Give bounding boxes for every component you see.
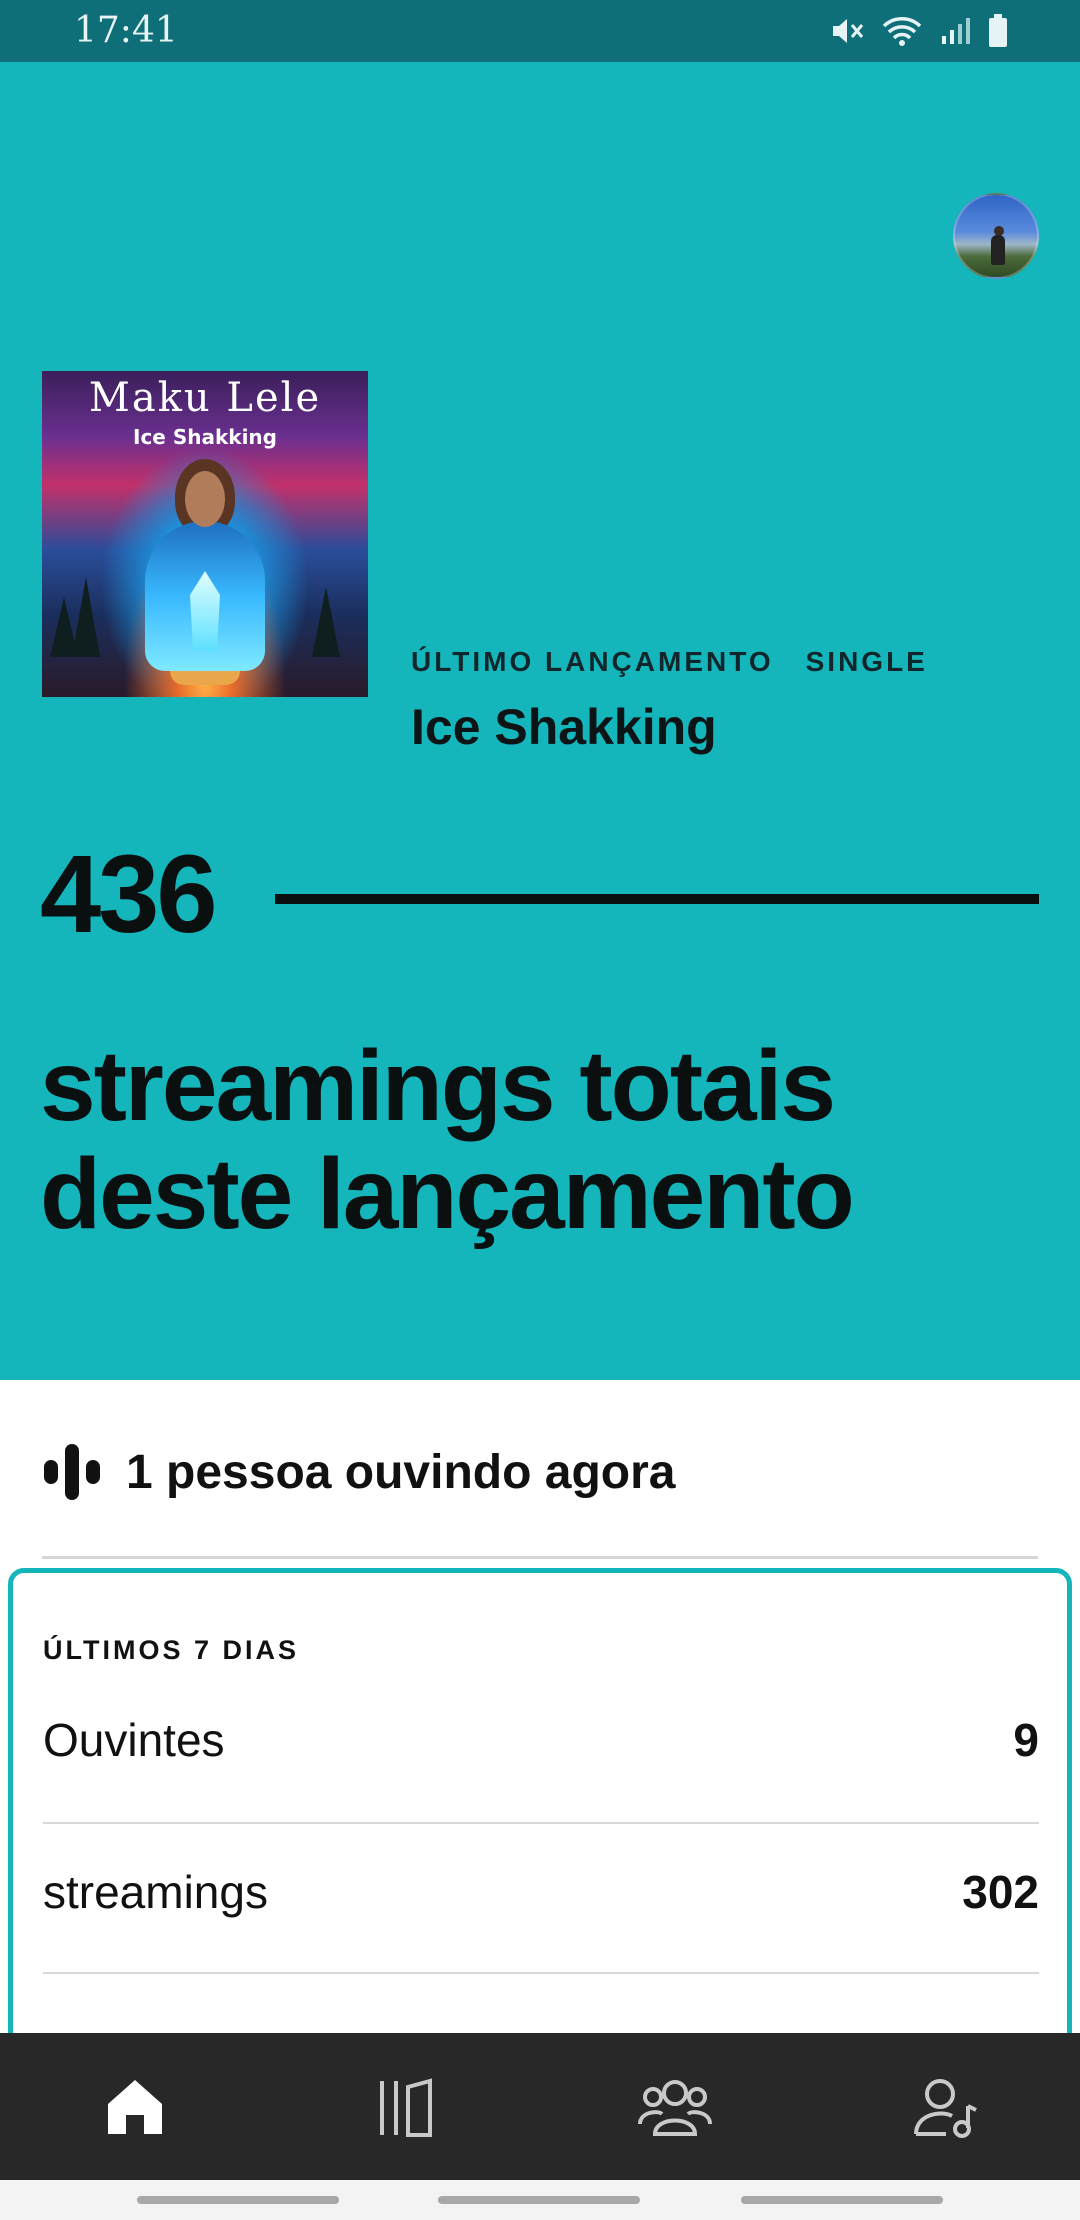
stat-label: streamings bbox=[43, 1866, 268, 1918]
live-listeners-row: 1 pessoa ouvindo agora bbox=[42, 1442, 675, 1502]
audience-icon bbox=[638, 2079, 712, 2136]
system-nav-recents[interactable] bbox=[137, 2196, 339, 2204]
stat-row-listeners: Ouvintes 9 bbox=[43, 1713, 1039, 1767]
total-streams-caption: streamings totais deste lançamento bbox=[40, 1030, 855, 1250]
battery-icon bbox=[989, 14, 1007, 47]
release-type: SINGLE bbox=[805, 646, 928, 677]
release-label: ÚLTIMO LANÇAMENTO bbox=[411, 646, 774, 677]
divider bbox=[42, 1556, 1038, 1559]
divider bbox=[43, 1972, 1039, 1974]
status-icons bbox=[830, 14, 1008, 48]
stat-label: Ouvintes bbox=[43, 1714, 225, 1766]
stat-value: 302 bbox=[962, 1866, 1039, 1918]
cover-bowl bbox=[170, 671, 240, 685]
status-bar: 17:41 bbox=[0, 0, 1080, 62]
divider bbox=[43, 1822, 1039, 1824]
profile-avatar[interactable] bbox=[953, 193, 1039, 279]
listening-bars-icon bbox=[44, 1444, 100, 1500]
cover-release-subtitle: Ice Shakking bbox=[133, 425, 277, 449]
bottom-nav bbox=[0, 2033, 1080, 2180]
cover-artist-title: Maku Lele bbox=[88, 375, 322, 421]
cover-figure-face bbox=[185, 471, 225, 527]
signal-icon bbox=[942, 18, 970, 44]
live-listeners-text: 1 pessoa ouvindo agora bbox=[126, 1445, 676, 1499]
release-meta: ÚLTIMO LANÇAMENTO SINGLE bbox=[411, 646, 928, 678]
card-heading: ÚLTIMOS 7 DIAS bbox=[43, 1635, 300, 1665]
mute-icon bbox=[833, 19, 864, 43]
status-time: 17:41 bbox=[74, 10, 178, 51]
nav-catalog[interactable] bbox=[345, 2057, 465, 2157]
avatar-person bbox=[991, 235, 1005, 265]
release-title[interactable]: Ice Shakking bbox=[411, 698, 717, 756]
cover-tree bbox=[72, 577, 100, 657]
system-nav-home[interactable] bbox=[438, 2196, 640, 2204]
system-nav-back[interactable] bbox=[741, 2196, 943, 2204]
wifi-icon bbox=[882, 17, 922, 46]
total-streams-rule bbox=[275, 894, 1039, 904]
release-cover-art[interactable]: Maku Lele Ice Shakking bbox=[42, 371, 368, 697]
nav-artist-profile[interactable] bbox=[885, 2057, 1005, 2157]
artist-profile-icon bbox=[914, 2078, 977, 2138]
stat-value: 9 bbox=[1013, 1714, 1039, 1766]
system-nav-bar bbox=[0, 2180, 1080, 2220]
total-streams-count: 436 bbox=[40, 833, 218, 956]
stat-row-streams: streamings 302 bbox=[43, 1865, 1039, 1919]
catalog-icon bbox=[380, 2077, 432, 2137]
nav-home[interactable] bbox=[75, 2057, 195, 2157]
home-icon bbox=[108, 2079, 162, 2134]
nav-audience[interactable] bbox=[615, 2057, 735, 2157]
cover-tree bbox=[312, 587, 340, 657]
